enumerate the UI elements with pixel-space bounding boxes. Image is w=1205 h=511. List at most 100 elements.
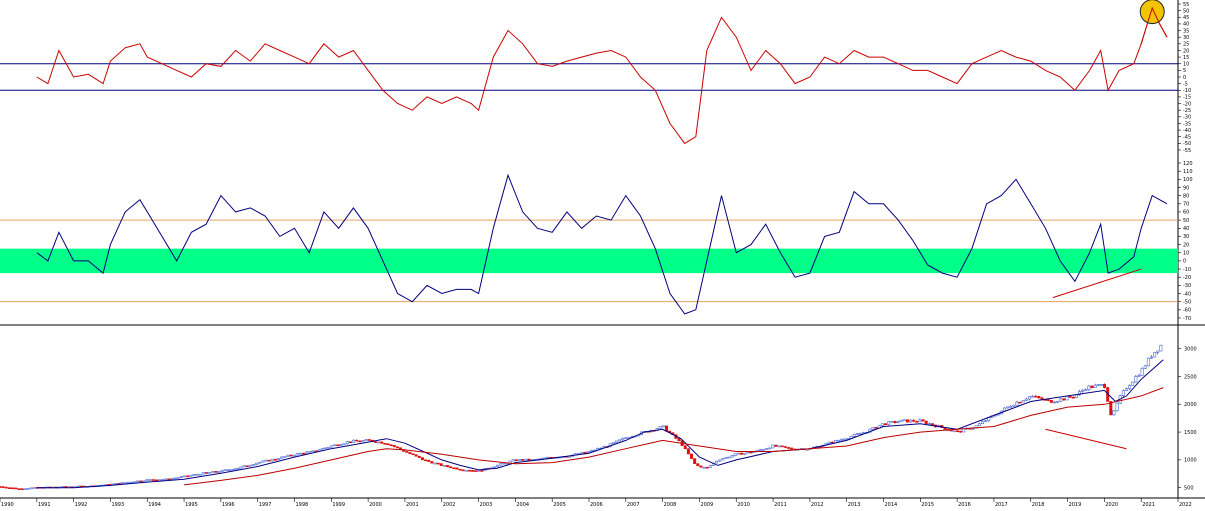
candle-body: [774, 444, 778, 447]
candle-body: [201, 472, 205, 475]
candle-body: [327, 446, 331, 449]
candle-body: [827, 441, 831, 444]
candle-body: [167, 478, 171, 481]
mid-y-tick-label: 60: [1183, 210, 1189, 216]
mid-y-tick-label: 50: [1183, 218, 1189, 224]
candle-body: [1143, 365, 1147, 369]
x-tick-label: 2003: [480, 502, 493, 507]
mid-y-tick-label: 20: [1183, 242, 1189, 248]
candle-body: [1065, 396, 1069, 401]
candle-body: [1081, 389, 1085, 392]
candle-body: [787, 447, 791, 449]
candle-body: [677, 438, 681, 442]
top-y-tick-label: 35: [1183, 28, 1189, 34]
candle-body: [336, 444, 340, 447]
candle-body: [251, 464, 255, 466]
candle-body: [843, 438, 847, 441]
candle-body: [761, 449, 765, 451]
candle-body: [176, 477, 180, 479]
x-tick-label: 1991: [38, 502, 51, 507]
candle-body: [214, 471, 218, 473]
x-tick-label: 2016: [958, 502, 971, 507]
candle-body: [126, 481, 130, 484]
candle-body: [433, 462, 437, 465]
candle-body: [1153, 352, 1157, 358]
candle-body: [1140, 368, 1144, 376]
candle-body: [352, 439, 356, 443]
candle-body: [242, 465, 246, 468]
candle-body: [924, 420, 928, 425]
mid-y-tick-label: 40: [1183, 226, 1189, 232]
candle-body: [743, 452, 747, 455]
candle-body: [1012, 404, 1016, 407]
top-y-tick-label: 10: [1183, 62, 1189, 68]
top-y-tick-label: -50: [1183, 141, 1191, 147]
candle-body: [308, 451, 312, 453]
candle-body: [699, 465, 703, 468]
candle-body: [464, 469, 468, 472]
candle-body: [517, 459, 521, 461]
candle-body: [899, 419, 903, 423]
candle-body: [361, 440, 365, 442]
candle-body: [17, 488, 21, 490]
top-y-tick-label: 20: [1183, 48, 1189, 54]
price-y-tick-label: 2000: [1184, 402, 1197, 408]
mid-oscillator-line: [36, 173, 1168, 315]
candle-body: [511, 459, 515, 462]
candle-body: [768, 447, 772, 450]
x-tick-label: 2015: [921, 502, 934, 507]
candle-body: [1068, 396, 1072, 398]
candle-body: [730, 455, 734, 458]
candle-body: [902, 419, 906, 422]
x-tick-label: 1998: [296, 502, 309, 507]
candle-body: [230, 469, 234, 471]
x-tick-label: 2006: [590, 502, 603, 507]
candle-body: [1093, 384, 1097, 388]
candle-body: [1134, 376, 1138, 383]
candle-body: [521, 459, 525, 461]
candle-body: [477, 470, 481, 472]
candle-body: [952, 430, 956, 433]
candle-body: [1137, 375, 1141, 377]
candle-body: [981, 421, 985, 425]
top-y-tick-label: 5: [1183, 68, 1186, 74]
candle-body: [151, 479, 155, 481]
candle-body: [896, 421, 900, 424]
candle-body: [514, 459, 518, 462]
price-divergence-trendline: [1045, 428, 1127, 450]
x-tick-label: 2002: [443, 502, 456, 507]
candle-body: [702, 466, 706, 469]
candle-body: [1115, 402, 1119, 412]
x-tick-label: 2004: [516, 502, 529, 507]
candle-body: [270, 458, 274, 462]
candle-body: [264, 459, 268, 462]
candle-body: [1149, 356, 1153, 359]
candle-body: [311, 450, 315, 453]
top-y-tick-label: 45: [1183, 15, 1189, 21]
candle-body: [858, 433, 862, 435]
candle-body: [721, 458, 725, 461]
candle-body: [333, 444, 337, 447]
candle-body: [912, 419, 916, 422]
mid-y-tick-label: -20: [1183, 275, 1191, 281]
candle-body: [120, 482, 124, 485]
candle-body: [458, 468, 462, 471]
candle-body: [1159, 345, 1163, 352]
top-y-tick-label: -55: [1183, 148, 1191, 154]
x-tick-label: 2019: [1069, 502, 1082, 507]
candle-body: [715, 460, 719, 464]
candle-body: [364, 439, 368, 441]
x-tick-label: 1992: [75, 502, 88, 507]
price-y-tick-label: 3000: [1184, 346, 1197, 352]
candle-body: [1103, 384, 1107, 388]
mid-y-tick-label: 100: [1183, 177, 1193, 183]
candle-body: [840, 438, 844, 441]
candle-body: [930, 423, 934, 426]
candle-body: [887, 421, 891, 425]
candle-body: [355, 439, 359, 442]
candle-body: [445, 465, 449, 468]
candle-body: [217, 471, 221, 473]
mid-y-tick-label: 30: [1183, 234, 1189, 240]
candle-body: [305, 451, 309, 454]
mid-y-tick-label: 70: [1183, 202, 1189, 208]
